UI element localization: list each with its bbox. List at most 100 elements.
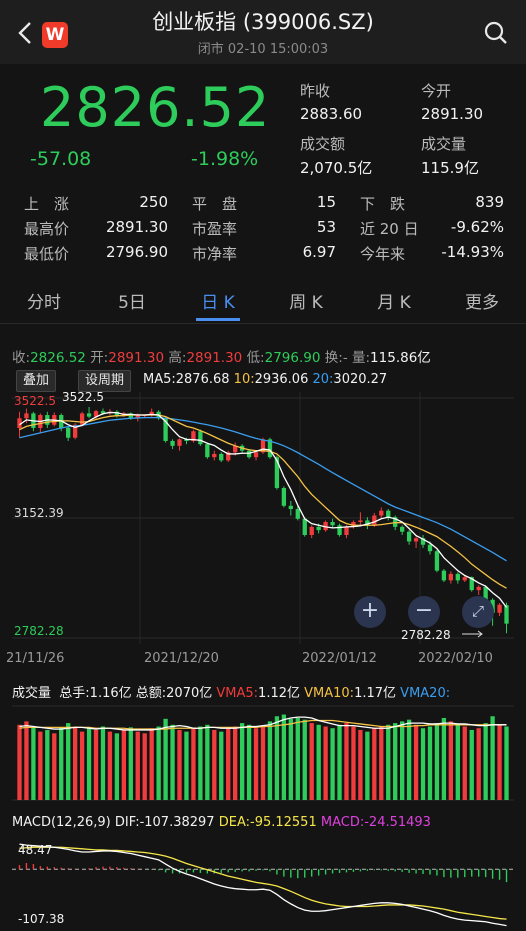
ytd-value: -14.93% bbox=[441, 243, 504, 261]
macd-chart[interactable] bbox=[0, 836, 526, 931]
volume-label: 量: bbox=[351, 350, 371, 366]
vma5-label: VMA5: bbox=[216, 686, 259, 701]
candle bbox=[24, 413, 29, 419]
dif-value: -107.38297 bbox=[139, 815, 215, 830]
set-period-button[interactable]: 设周期 bbox=[78, 370, 132, 392]
pe-value: 53 bbox=[316, 218, 336, 236]
candle bbox=[295, 509, 300, 519]
volume-bar bbox=[281, 714, 287, 800]
candle bbox=[344, 526, 349, 535]
open-value: 2891.30 bbox=[108, 350, 165, 366]
volume-bar bbox=[205, 724, 210, 800]
ma-legend: MA5:2876.68 10:2936.06 20:3020.27 bbox=[143, 372, 387, 387]
volume-bar bbox=[66, 723, 71, 800]
candle bbox=[281, 487, 287, 506]
volume-bar bbox=[163, 718, 168, 800]
zoom-out-button[interactable]: − bbox=[408, 596, 440, 628]
volume-bar bbox=[17, 724, 22, 800]
candle bbox=[386, 510, 391, 518]
vma20-label: VMA20: bbox=[400, 686, 451, 701]
price-change-pct: -1.98% bbox=[191, 148, 259, 170]
back-icon[interactable] bbox=[14, 18, 38, 48]
volume-bar bbox=[226, 728, 231, 800]
vma10-label: VMA10: bbox=[304, 686, 355, 701]
volume-bar bbox=[170, 724, 175, 800]
volume-bar bbox=[288, 718, 293, 800]
volume-bar bbox=[497, 724, 502, 800]
vma10-value: 1.17亿 bbox=[354, 686, 397, 701]
dif-line bbox=[19, 843, 507, 927]
search-icon[interactable] bbox=[483, 20, 509, 46]
ma10-value: 2936.06 bbox=[254, 372, 309, 387]
volume-bar bbox=[434, 723, 440, 800]
volume-bar bbox=[358, 729, 363, 800]
open-value: 2891.30 bbox=[421, 105, 484, 123]
zoom-in-button[interactable]: + bbox=[354, 596, 386, 628]
vma5-value: 1.12亿 bbox=[258, 686, 300, 701]
candle bbox=[441, 570, 447, 581]
pb-value: 6.97 bbox=[302, 243, 336, 261]
volume-bar bbox=[490, 716, 495, 800]
volume-value: 115.86亿 bbox=[370, 350, 431, 366]
macd-value: -24.51493 bbox=[364, 815, 431, 830]
fullscreen-button[interactable]: ⤢ bbox=[462, 596, 494, 628]
candle bbox=[288, 505, 293, 510]
volume-bar bbox=[177, 729, 182, 800]
price-change: -57.08 bbox=[30, 148, 92, 170]
turnover-label: 换: bbox=[324, 350, 343, 366]
active-tab-indicator bbox=[196, 318, 240, 321]
tab-monthly-k[interactable]: 月 K bbox=[366, 284, 422, 322]
volume-bar bbox=[114, 733, 120, 800]
volume-bar bbox=[100, 726, 106, 800]
rise-label: 上 涨 bbox=[24, 195, 70, 213]
close-label: 收: bbox=[12, 350, 31, 366]
candle bbox=[302, 518, 307, 535]
volume-bar bbox=[476, 728, 481, 800]
tab-5day[interactable]: 5日 bbox=[104, 284, 160, 322]
tab-more[interactable]: 更多 bbox=[454, 284, 510, 322]
flat-label: 平 盘 bbox=[192, 195, 238, 213]
dea-value: -95.12551 bbox=[250, 815, 317, 830]
volume-bar bbox=[316, 724, 321, 800]
low-value: 2796.90 bbox=[264, 350, 321, 366]
total-amount-value: 2070亿 bbox=[166, 686, 213, 701]
volume-bar bbox=[191, 728, 196, 800]
dif-label: DIF: bbox=[114, 815, 140, 830]
volume-bar bbox=[295, 717, 300, 800]
tab-intraday[interactable]: 分时 bbox=[16, 284, 72, 322]
app-header: 创业板指 (399006.SZ) 闭市 02-10 15:00:03 W bbox=[0, 0, 526, 64]
volume-label: 成交量 bbox=[421, 135, 467, 153]
candle bbox=[372, 515, 377, 526]
candle bbox=[406, 531, 412, 542]
current-price: 2826.52 bbox=[40, 76, 271, 139]
d20-value: -9.62% bbox=[450, 218, 504, 236]
page-title: 创业板指 (399006.SZ) bbox=[152, 10, 374, 34]
volume-bar bbox=[233, 726, 238, 800]
date-label: 21/11/26 bbox=[6, 651, 65, 666]
volume-bar bbox=[86, 728, 92, 800]
kline-chart[interactable] bbox=[0, 392, 526, 644]
overlay-button[interactable]: 叠加 bbox=[16, 370, 57, 392]
total-hands-value: 1.16亿 bbox=[89, 686, 132, 701]
candle bbox=[309, 526, 314, 535]
tab-weekly-k[interactable]: 周 K bbox=[278, 284, 334, 322]
high-label: 最高价 bbox=[24, 220, 70, 238]
volume-bar bbox=[31, 727, 36, 800]
candle bbox=[455, 573, 460, 581]
volume-bar bbox=[427, 726, 433, 800]
tab-daily-k[interactable]: 日 K bbox=[190, 284, 246, 322]
volume-bar bbox=[128, 727, 133, 800]
candle bbox=[170, 440, 175, 446]
fall-label: 下 跌 bbox=[360, 195, 406, 213]
volume-bar bbox=[156, 726, 161, 800]
amount-value: 2,070.5亿 bbox=[300, 159, 373, 177]
volume-bar bbox=[323, 726, 328, 800]
candle bbox=[79, 413, 85, 425]
volume-bar bbox=[38, 731, 43, 800]
volume-chart[interactable] bbox=[0, 702, 526, 802]
dea-line bbox=[19, 846, 507, 920]
candle bbox=[316, 526, 321, 531]
total-hands-label: 总手: bbox=[59, 686, 90, 701]
high-value: 2891.30 bbox=[105, 218, 168, 236]
candle bbox=[379, 510, 384, 516]
